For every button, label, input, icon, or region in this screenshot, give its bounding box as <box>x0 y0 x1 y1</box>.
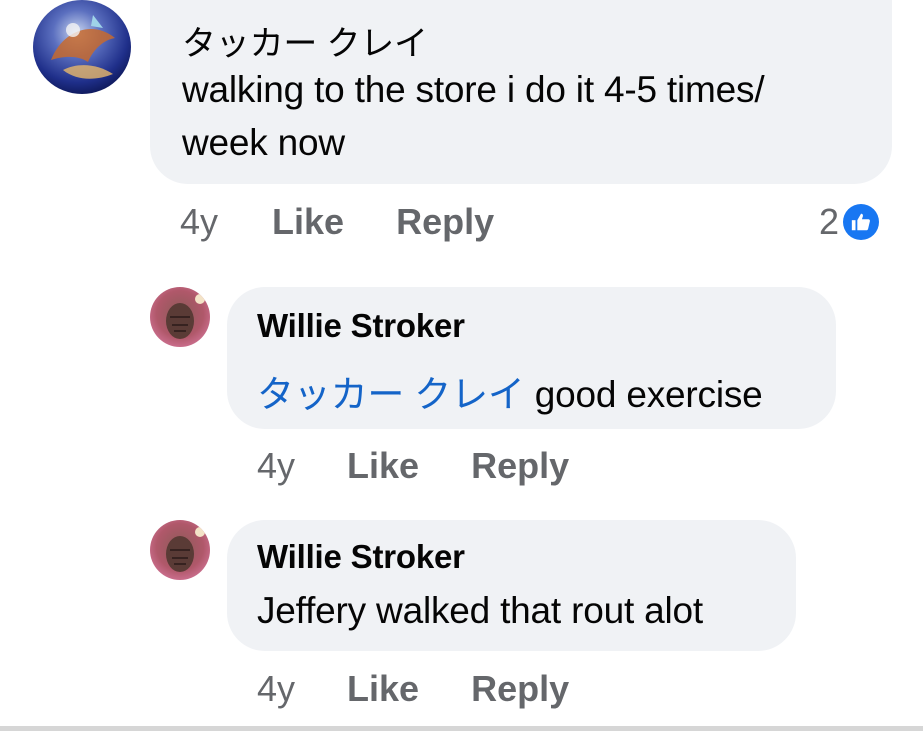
reply-age[interactable]: 4y <box>257 668 295 710</box>
reply-text: Jeffery walked that rout alot <box>257 590 703 631</box>
comment-bubble: タッカー クレイ walking to the store i do it 4-… <box>150 0 892 184</box>
reaction-summary[interactable]: 2 <box>819 201 880 243</box>
avatar-reply-1[interactable] <box>150 287 210 347</box>
reply-button[interactable]: Reply <box>471 668 569 710</box>
avatar-image <box>33 0 131 94</box>
like-button[interactable]: Like <box>347 445 419 487</box>
reply-button[interactable]: Reply <box>396 201 494 243</box>
avatar-image <box>150 520 210 580</box>
comment-age[interactable]: 4y <box>180 201 218 243</box>
like-button[interactable]: Like <box>347 668 419 710</box>
avatar-image <box>150 287 210 347</box>
like-thumb-icon <box>843 204 880 240</box>
reply-actions: 4y Like Reply <box>257 668 569 710</box>
like-button[interactable]: Like <box>272 201 344 243</box>
comment-thread: タッカー クレイ walking to the store i do it 4-… <box>0 0 923 731</box>
reply-age[interactable]: 4y <box>257 445 295 487</box>
reply-actions: 4y Like Reply <box>257 445 569 487</box>
avatar-commenter-1[interactable] <box>33 0 131 94</box>
comment-text-line-1: walking to the store i do it 4-5 times/ <box>182 69 765 110</box>
reply-bubble: Willie Stroker Jeffery walked that rout … <box>227 520 796 651</box>
comment-actions: 4y Like Reply <box>180 201 494 243</box>
reply-bubble: Willie Stroker タッカー クレイ good exercise <box>227 287 836 429</box>
reply-text: タッカー クレイ good exercise <box>257 364 763 418</box>
reply-author[interactable]: Willie Stroker <box>257 538 465 576</box>
divider <box>0 726 923 731</box>
reaction-count: 2 <box>819 201 840 242</box>
comment-text-line-2: week now <box>182 122 345 163</box>
reply-text-body: good exercise <box>534 374 763 415</box>
avatar-reply-2[interactable] <box>150 520 210 580</box>
mention-link[interactable]: タッカー クレイ <box>257 374 525 415</box>
reply-button[interactable]: Reply <box>471 445 569 487</box>
reply-author[interactable]: Willie Stroker <box>257 307 465 345</box>
comment-author[interactable]: タッカー クレイ <box>182 16 428 65</box>
